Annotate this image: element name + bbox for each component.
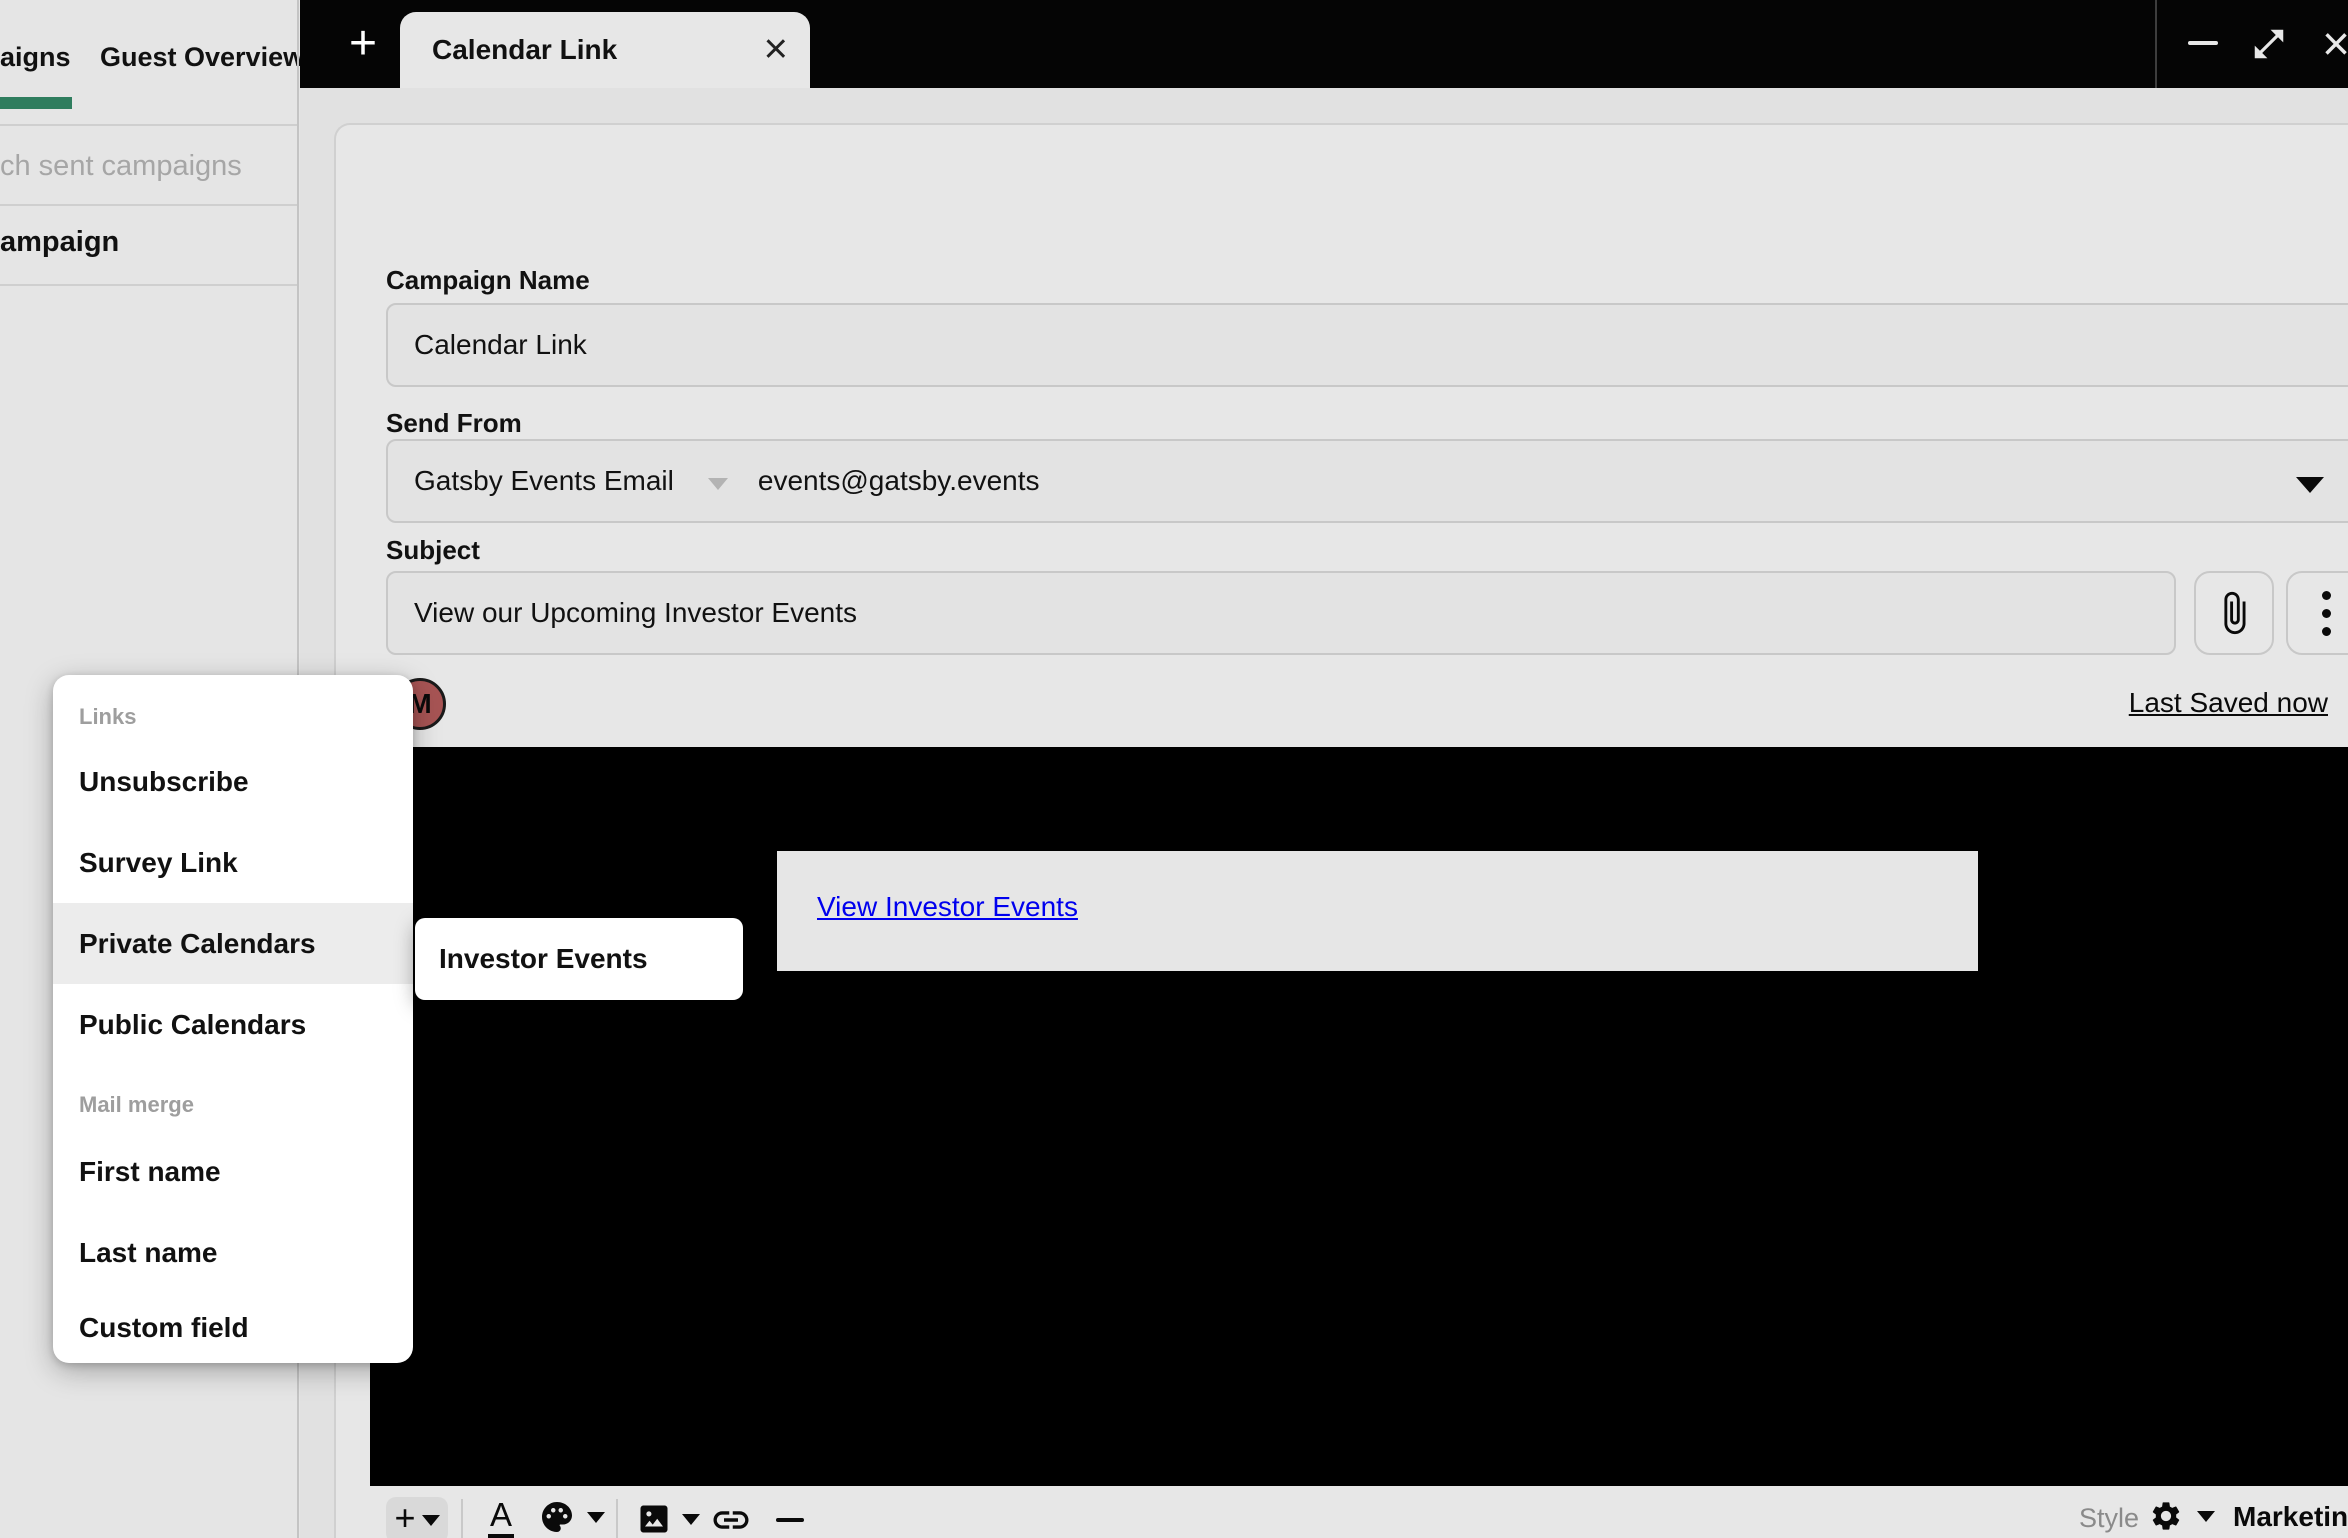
text-color-button[interactable]: A — [488, 1497, 514, 1538]
insert-menu: Links Unsubscribe Survey Link Private Ca… — [53, 675, 413, 1363]
chevron-down-icon — [708, 478, 728, 490]
divider — [0, 204, 297, 206]
template-selector-value: Marketing — [2233, 1501, 2348, 1533]
chevron-down-icon — [2197, 1511, 2215, 1522]
search-sent-campaigns-input[interactable]: ch sent campaigns — [0, 150, 242, 183]
tab-title: Calendar Link — [432, 34, 617, 66]
menu-section-header-mail-merge: Mail merge — [53, 1065, 413, 1131]
last-saved-link[interactable]: Last Saved now — [2129, 687, 2328, 719]
insert-divider-button[interactable] — [776, 1518, 804, 1522]
active-tab-indicator — [0, 97, 72, 109]
investor-events-link[interactable]: View Investor Events — [817, 891, 1078, 923]
divider — [0, 124, 297, 126]
email-link-block[interactable]: View Investor Events — [777, 851, 1978, 971]
menu-item-public-calendars[interactable]: Public Calendars — [53, 984, 413, 1065]
menu-section-header-links: Links — [53, 693, 413, 741]
menu-item-private-calendars[interactable]: Private Calendars — [53, 903, 413, 984]
menu-item-last-name[interactable]: Last name — [53, 1212, 413, 1293]
sidebar-item-campaign[interactable]: ampaign — [0, 226, 119, 259]
palette-icon — [539, 1499, 575, 1535]
close-tab-icon[interactable]: × — [763, 27, 788, 69]
toolbar-divider — [616, 1499, 618, 1538]
kebab-icon — [2322, 591, 2331, 600]
submenu-investor-events[interactable]: Investor Events — [415, 918, 743, 1000]
new-tab-button[interactable]: + — [330, 0, 396, 88]
subject-input[interactable]: View our Upcoming Investor Events — [386, 571, 2176, 655]
template-selector[interactable]: Marketing — [2233, 1501, 2348, 1533]
menu-item-survey-link[interactable]: Survey Link — [53, 822, 413, 903]
theme-color-button[interactable] — [539, 1499, 605, 1535]
close-window-button[interactable]: × — [2306, 0, 2348, 88]
insert-image-button[interactable] — [636, 1501, 700, 1537]
dropdown-caret-icon[interactable] — [2296, 477, 2324, 493]
image-icon — [636, 1501, 672, 1537]
send-from-select[interactable]: Gatsby Events Email events@gatsby.events — [386, 439, 2348, 523]
subject-value: View our Upcoming Investor Events — [414, 597, 857, 629]
insert-button[interactable]: + — [386, 1497, 448, 1538]
divider — [0, 284, 297, 286]
send-from-account: Gatsby Events Email — [414, 465, 674, 497]
chevron-down-icon — [422, 1515, 440, 1526]
campaign-form-card: Campaign Name Calendar Link Send From Ga… — [334, 123, 2348, 1538]
send-from-email: events@gatsby.events — [758, 465, 1040, 497]
campaign-editor-window: + Calendar Link × × Campaign Name Calend… — [300, 0, 2348, 1538]
tab-guest-overview[interactable]: Guest Overview — [100, 42, 304, 73]
screen: aigns Guest Overview ch sent campaigns a… — [0, 0, 2348, 1538]
more-options-button[interactable] — [2286, 571, 2348, 655]
attach-button[interactable] — [2194, 571, 2274, 655]
menu-item-custom-field[interactable]: Custom field — [53, 1293, 413, 1363]
paperclip-icon — [2211, 590, 2257, 636]
style-settings-button[interactable] — [2149, 1499, 2215, 1533]
insert-link-button[interactable] — [710, 1499, 752, 1538]
gear-icon — [2149, 1499, 2183, 1533]
chevron-down-icon — [587, 1512, 605, 1523]
subject-label: Subject — [386, 535, 480, 566]
menu-item-unsubscribe[interactable]: Unsubscribe — [53, 741, 413, 822]
window-titlebar: + Calendar Link × × — [300, 0, 2348, 88]
send-from-label: Send From — [386, 408, 522, 439]
campaign-name-input[interactable]: Calendar Link — [386, 303, 2348, 387]
tab-calendar-link[interactable]: Calendar Link × — [400, 12, 810, 88]
toolbar-divider — [461, 1499, 463, 1538]
campaign-name-value: Calendar Link — [414, 329, 587, 361]
chevron-down-icon — [682, 1514, 700, 1525]
minimize-button[interactable] — [2188, 41, 2218, 45]
titlebar-divider — [2155, 0, 2157, 88]
campaign-name-label: Campaign Name — [386, 265, 590, 296]
menu-item-first-name[interactable]: First name — [53, 1131, 413, 1212]
plus-icon: + — [349, 20, 377, 68]
style-label: Style — [2079, 1503, 2139, 1534]
link-icon — [710, 1499, 752, 1538]
tab-campaigns[interactable]: aigns — [0, 42, 71, 73]
expand-icon[interactable] — [2250, 25, 2288, 63]
email-body-editor[interactable]: View Investor Events — [370, 747, 2348, 1486]
